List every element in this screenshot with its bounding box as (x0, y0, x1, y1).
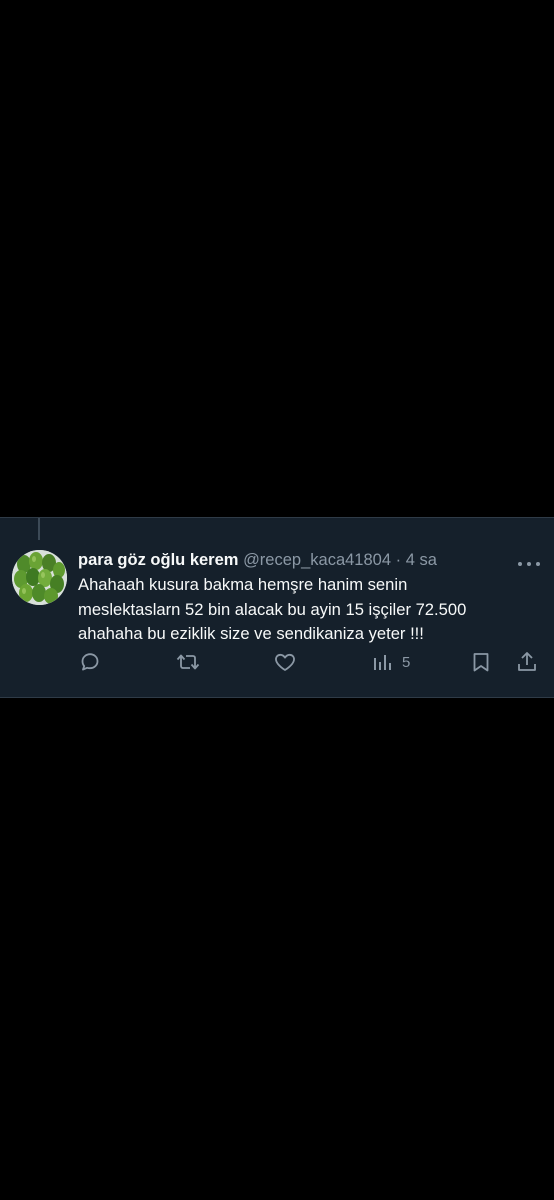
thread-connector-line (38, 518, 40, 540)
like-button[interactable] (273, 648, 297, 676)
reply-icon (81, 653, 99, 671)
tweet-card[interactable]: para göz oğlu kerem @recep_kaca41804 · 4… (0, 517, 554, 698)
avatar[interactable] (12, 550, 67, 605)
reply-button[interactable] (78, 648, 102, 676)
tweet-text: Ahahaah kusura bakma hemşre hanim senin … (78, 575, 467, 643)
views-bar-chart-icon (374, 655, 391, 670)
heart-icon (275, 653, 295, 671)
display-name[interactable]: para göz oğlu kerem (78, 551, 238, 569)
share-button[interactable] (515, 648, 539, 676)
views-count: 5 (402, 653, 411, 671)
retweet-icon (176, 654, 200, 670)
share-icon (518, 652, 536, 671)
timestamp[interactable]: 4 sa (406, 551, 437, 569)
bookmark-button[interactable] (469, 648, 493, 676)
views-button[interactable]: 5 (370, 648, 410, 676)
tweet-actions: 5 (0, 648, 554, 676)
user-handle[interactable]: @recep_kaca41804 (243, 551, 391, 569)
retweet-button[interactable] (175, 648, 201, 676)
more-dots-icon (518, 562, 540, 566)
bookmark-icon (473, 653, 489, 672)
more-options-button[interactable] (514, 554, 544, 574)
separator-dot: · (395, 551, 402, 569)
tweet-header: para göz oğlu kerem @recep_kaca41804 · 4… (78, 548, 498, 572)
green-fruit-avatar-icon (12, 550, 67, 605)
